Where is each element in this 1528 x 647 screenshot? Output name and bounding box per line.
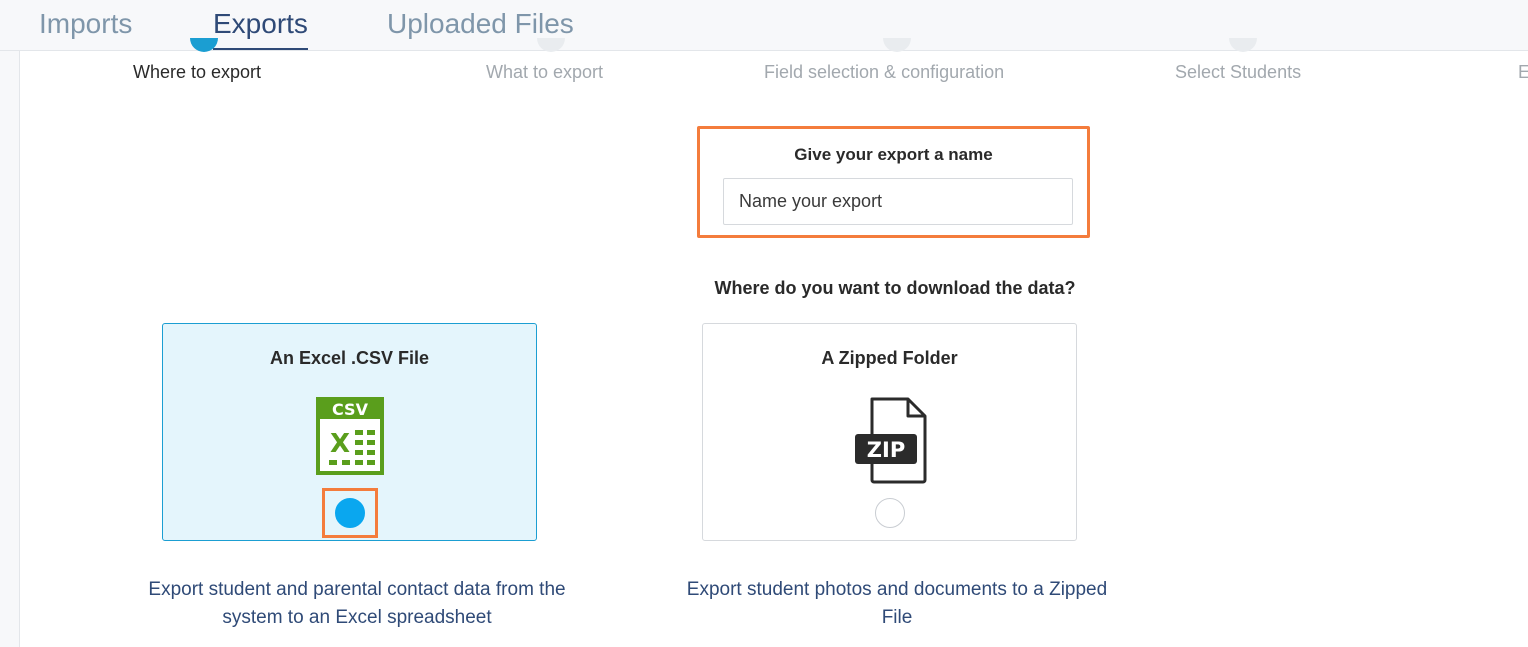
description-line: system to an Excel spreadsheet [222,607,492,628]
step-truncated[interactable]: E [1518,62,1528,83]
tab-exports[interactable]: Exports [213,7,308,50]
option-title-zip: A Zipped Folder [821,348,958,368]
description-line: File [881,607,913,628]
option-description-zip: Export student photos and documents to a… [652,576,1142,632]
option-card-csv[interactable]: An Excel .CSV File CSV X [162,323,537,541]
csv-file-icon: CSV X [315,396,385,481]
zip-file-icon: ZIP [850,396,930,491]
tab-imports[interactable]: Imports [39,7,132,41]
svg-text:ZIP: ZIP [866,438,904,462]
export-name-section: Give your export a name [697,126,1090,238]
radio-wrap [862,488,918,538]
radio-csv[interactable] [334,498,365,528]
download-question: Where do you want to download the data? [714,278,1076,298]
step-what-to-export[interactable]: What to export [486,62,603,83]
step-select-students[interactable]: Select Students [1175,62,1301,83]
export-name-input[interactable] [723,178,1073,225]
left-gutter [0,51,20,647]
radio-zip[interactable] [874,498,905,528]
svg-text:X: X [329,429,349,459]
step-where-to-export[interactable]: Where to export [133,62,261,83]
option-title-csv: An Excel .CSV File [269,348,430,368]
radio-focus-ring [321,488,378,538]
step-field-selection[interactable]: Field selection & configuration [764,62,1004,83]
option-description-csv: Export student and parental contact data… [112,576,602,632]
tab-uploaded-files[interactable]: Uploaded Files [387,7,574,41]
top-tab-bar: Imports Exports Uploaded Files [0,0,1528,51]
export-name-title: Give your export a name [794,145,993,164]
description-line: Export student and parental contact data… [148,579,566,600]
svg-text:CSV: CSV [332,400,369,419]
option-card-zip[interactable]: A Zipped Folder ZIP [702,323,1077,541]
description-line: Export student photos and documents to a… [686,579,1108,600]
